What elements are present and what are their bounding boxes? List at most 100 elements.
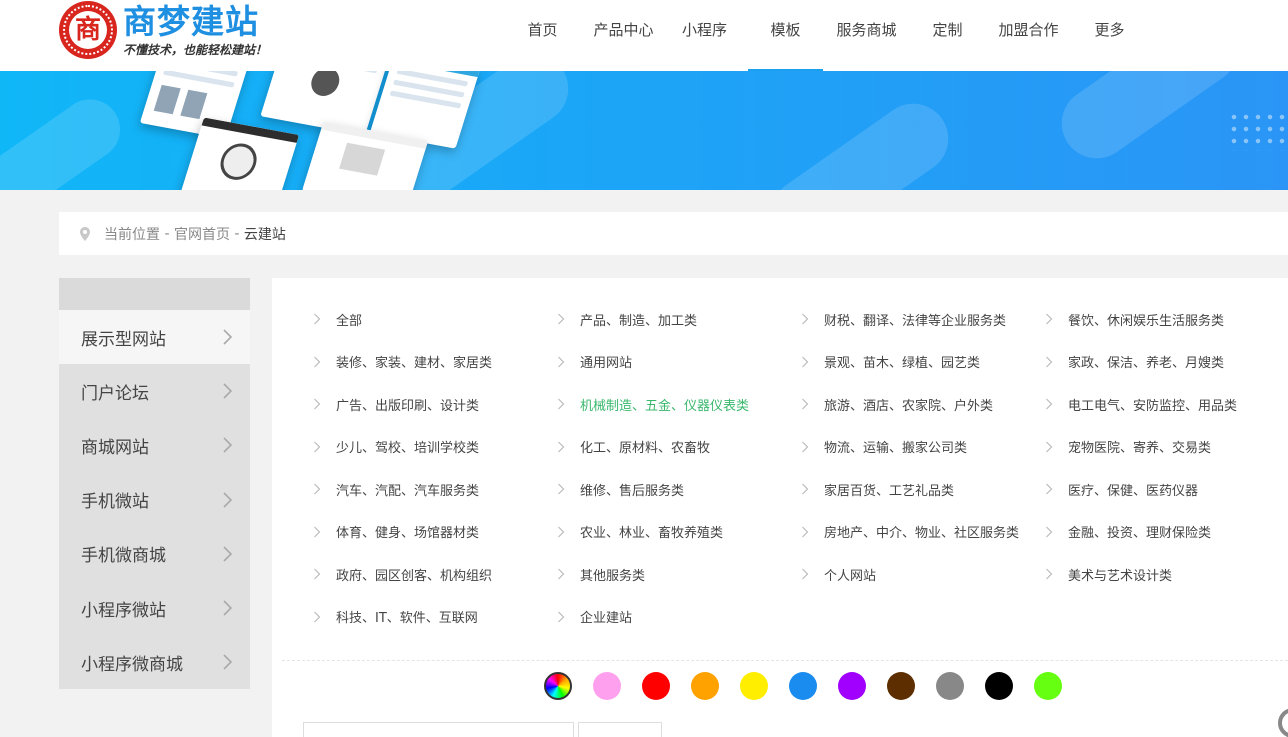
chevron-right-icon xyxy=(1046,313,1053,325)
category-label: 通用网站 xyxy=(580,356,633,372)
search-button[interactable] xyxy=(578,722,662,737)
category-link[interactable]: 美术与艺术设计类 xyxy=(1045,553,1288,596)
color-swatch[interactable] xyxy=(642,672,670,700)
sidebar-item-label: 小程序微站 xyxy=(81,600,166,621)
nav-item[interactable]: 小程序 xyxy=(664,0,745,71)
category-link[interactable]: 餐饮、休闲娱乐生活服务类 xyxy=(1045,298,1288,341)
chevron-right-icon xyxy=(314,313,321,325)
logo-seal: 商 xyxy=(59,1,117,59)
category-link[interactable]: 广告、出版印刷、设计类 xyxy=(313,383,557,426)
category-link[interactable]: 景观、苗木、绿植、园艺类 xyxy=(801,341,1045,384)
sidebar-item[interactable]: 手机微站 xyxy=(59,473,250,527)
chevron-right-icon xyxy=(558,441,565,453)
chevron-right-icon xyxy=(1046,568,1053,580)
color-swatch[interactable] xyxy=(789,672,817,700)
nav-item[interactable]: 定制 xyxy=(907,0,988,71)
color-swatch[interactable] xyxy=(593,672,621,700)
category-label: 景观、苗木、绿植、园艺类 xyxy=(824,356,981,372)
sidebar-item[interactable]: 小程序微商城 xyxy=(59,635,250,689)
chevron-right-icon xyxy=(223,546,232,562)
sidebar-item[interactable]: 展示型网站 xyxy=(59,310,250,365)
sidebar-item-label: 商城网站 xyxy=(81,437,149,458)
nav-item[interactable]: 更多 xyxy=(1069,0,1150,71)
color-swatch[interactable] xyxy=(838,672,866,700)
sidebar-item[interactable]: 小程序微站 xyxy=(59,581,250,635)
category-link[interactable]: 房地产、中介、物业、社区服务类 xyxy=(801,511,1045,554)
chevron-right-icon xyxy=(558,611,565,623)
category-link[interactable]: 机械制造、五金、仪器仪表类 xyxy=(557,383,801,426)
category-link[interactable]: 宠物医院、寄养、交易类 xyxy=(1045,426,1288,469)
color-swatch[interactable] xyxy=(887,672,915,700)
color-swatch[interactable] xyxy=(985,672,1013,700)
breadcrumb-home-link[interactable]: 官网首页 xyxy=(174,224,230,244)
category-link[interactable]: 物流、运输、搬家公司类 xyxy=(801,426,1045,469)
sidebar-item[interactable]: 手机微商城 xyxy=(59,527,250,581)
sidebar-item[interactable]: 商城网站 xyxy=(59,418,250,472)
color-swatch[interactable] xyxy=(691,672,719,700)
nav-item[interactable]: 首页 xyxy=(502,0,583,71)
category-link[interactable]: 个人网站 xyxy=(801,553,1045,596)
chevron-right-icon xyxy=(1046,526,1053,538)
nav-item[interactable]: 产品中心 xyxy=(583,0,664,71)
scroll-top-icon[interactable] xyxy=(1278,708,1288,737)
chevron-right-icon xyxy=(1046,483,1053,495)
category-label: 物流、运输、搬家公司类 xyxy=(824,441,968,457)
category-link[interactable]: 维修、售后服务类 xyxy=(557,468,801,511)
nav-item[interactable]: 服务商城 xyxy=(826,0,907,71)
chevron-right-icon xyxy=(802,568,809,580)
category-label: 餐饮、休闲娱乐生活服务类 xyxy=(1068,313,1225,329)
category-label: 维修、售后服务类 xyxy=(580,483,685,499)
category-link[interactable]: 政府、园区创客、机构组织 xyxy=(313,553,557,596)
chevron-right-icon xyxy=(558,313,565,325)
chevron-right-icon xyxy=(802,483,809,495)
color-swatch[interactable] xyxy=(740,672,768,700)
nav-item[interactable]: 加盟合作 xyxy=(988,0,1069,71)
chevron-right-icon xyxy=(558,568,565,580)
color-swatch[interactable] xyxy=(936,672,964,700)
site-logo[interactable]: 商 商梦建站 不懂技术，也能轻松建站！ xyxy=(59,0,267,60)
category-link[interactable]: 产品、制造、加工类 xyxy=(557,298,801,341)
category-link[interactable]: 全部 xyxy=(313,298,557,341)
color-swatch[interactable] xyxy=(1034,672,1062,700)
category-link[interactable]: 少儿、驾校、培训学校类 xyxy=(313,426,557,469)
chevron-right-icon xyxy=(314,568,321,580)
category-link[interactable]: 家居百货、工艺礼品类 xyxy=(801,468,1045,511)
category-link[interactable]: 家政、保洁、养老、月嫂类 xyxy=(1045,341,1288,384)
sidebar-item-label: 展示型网站 xyxy=(81,329,166,350)
template-filter-panel: 全部 产品、制造、加工类 财税、翻译、法律等企业服务类 餐饮、休闲娱乐生活服务类装修、… xyxy=(272,278,1288,737)
chevron-right-icon xyxy=(223,600,232,616)
template-search-input[interactable] xyxy=(303,722,574,737)
logo-title: 商梦建站 xyxy=(123,2,259,41)
category-link[interactable]: 医疗、保健、医药仪器 xyxy=(1045,468,1288,511)
category-link[interactable]: 电工电气、安防监控、用品类 xyxy=(1045,383,1288,426)
color-swatch-all[interactable] xyxy=(544,672,572,700)
chevron-right-icon xyxy=(223,437,232,454)
category-link[interactable]: 财税、翻译、法律等企业服务类 xyxy=(801,298,1045,341)
category-link[interactable]: 化工、原材料、农畜牧 xyxy=(557,426,801,469)
category-link[interactable]: 通用网站 xyxy=(557,341,801,384)
category-link[interactable]: 科技、IT、软件、互联网 xyxy=(313,596,557,639)
hero-banner xyxy=(0,71,1288,190)
category-label: 政府、园区创客、机构组织 xyxy=(336,568,493,584)
category-link[interactable]: 企业建站 xyxy=(557,596,801,639)
logo-seal-char: 商 xyxy=(69,11,107,49)
category-link[interactable]: 其他服务类 xyxy=(557,553,801,596)
chevron-right-icon xyxy=(314,441,321,453)
chevron-right-icon xyxy=(1046,398,1053,410)
category-label: 美术与艺术设计类 xyxy=(1068,568,1173,584)
category-link[interactable]: 装修、家装、建材、家居类 xyxy=(313,341,557,384)
category-link[interactable]: 旅游、酒店、农家院、户外类 xyxy=(801,383,1045,426)
category-link[interactable]: 金融、投资、理财保险类 xyxy=(1045,511,1288,554)
breadcrumb-separator: - xyxy=(229,225,244,242)
category-link[interactable]: 体育、健身、场馆器材类 xyxy=(313,511,557,554)
chevron-right-icon xyxy=(1046,356,1053,368)
category-link[interactable]: 汽车、汽配、汽车服务类 xyxy=(313,468,557,511)
category-label: 金融、投资、理财保险类 xyxy=(1068,526,1212,542)
nav-item[interactable]: 模板 xyxy=(745,0,826,71)
category-label: 宠物医院、寄养、交易类 xyxy=(1068,441,1212,457)
category-label: 科技、IT、软件、互联网 xyxy=(336,611,478,627)
chevron-right-icon xyxy=(223,654,232,670)
category-link[interactable]: 农业、林业、畜牧养殖类 xyxy=(557,511,801,554)
sidebar-item[interactable]: 门户论坛 xyxy=(59,364,250,418)
category-label: 产品、制造、加工类 xyxy=(580,313,698,329)
